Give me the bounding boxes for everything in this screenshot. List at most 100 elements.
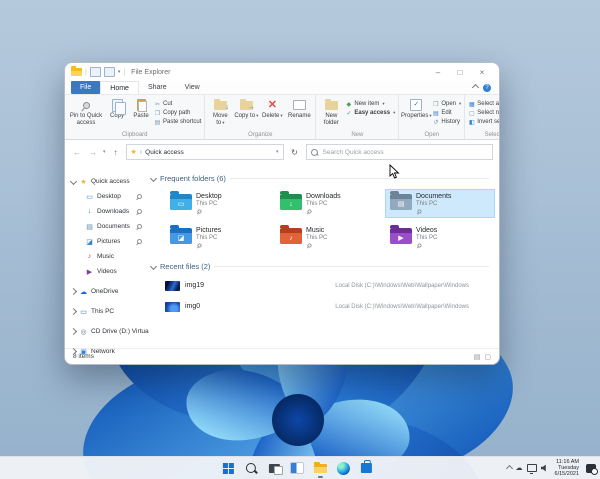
- paste-button[interactable]: Paste: [130, 98, 152, 120]
- file-explorer-taskbar-button[interactable]: [312, 460, 328, 478]
- cd-drive-icon: ◎: [80, 328, 87, 336]
- task-view-button[interactable]: [266, 460, 283, 476]
- select-all-button[interactable]: ▦Select all: [468, 100, 499, 108]
- delete-button[interactable]: ✕ Delete: [260, 98, 284, 120]
- sidebar-item-desktop[interactable]: ▭ Desktop: [65, 189, 149, 204]
- onedrive-cloud-icon: ☁: [80, 288, 87, 296]
- folder-tile-videos[interactable]: ▶ Videos This PC: [385, 223, 495, 252]
- open-button[interactable]: ❐ Open: [432, 100, 461, 108]
- organize-group-label: Organize: [248, 132, 273, 138]
- sidebar-item-documents[interactable]: ▤ Documents: [65, 219, 149, 234]
- taskbar-clock[interactable]: 11:16 AM Tuesday 6/15/2021: [555, 459, 579, 478]
- large-icons-view-button[interactable]: ▢: [484, 353, 491, 361]
- easy-access-button[interactable]: ✓ Easy access: [345, 109, 395, 117]
- address-dropdown-caret-icon[interactable]: ▾: [276, 149, 279, 155]
- copy-icon: [111, 98, 126, 115]
- up-button[interactable]: ↑: [110, 148, 122, 157]
- breadcrumb[interactable]: Quick access: [145, 149, 273, 156]
- tab-file[interactable]: File: [71, 81, 101, 94]
- start-button[interactable]: [220, 460, 236, 476]
- edge-icon: [336, 461, 350, 475]
- pin-icon: [196, 208, 203, 215]
- search-input[interactable]: [320, 147, 488, 157]
- sidebar-item-pictures[interactable]: ◪ Pictures: [65, 234, 149, 249]
- network-tray-icon[interactable]: [526, 464, 537, 474]
- forward-button[interactable]: →: [87, 148, 99, 157]
- minimize-button[interactable]: –: [427, 65, 449, 79]
- copy-button[interactable]: Copy: [106, 98, 128, 120]
- chevron-right-icon[interactable]: [69, 287, 78, 296]
- onedrive-tray-icon[interactable]: ☁: [516, 464, 523, 472]
- address-bar[interactable]: ★ › Quick access ▾: [125, 144, 284, 160]
- move-to-button[interactable]: ↓ Move to: [208, 98, 232, 126]
- recent-locations-caret-icon[interactable]: ▾: [103, 149, 106, 155]
- copy-path-button[interactable]: ❐ Copy path: [154, 109, 201, 117]
- chevron-right-icon[interactable]: [69, 307, 78, 316]
- ribbon-group-select: ▦Select all ▢Select none ◧Invert selecti…: [465, 95, 499, 139]
- chevron-down-icon[interactable]: [69, 177, 78, 186]
- folder-tile-documents[interactable]: ▤ Documents This PC: [385, 189, 495, 218]
- pin-icon: [135, 237, 144, 246]
- sidebar-item-music[interactable]: ♪ Music: [65, 249, 149, 264]
- back-button[interactable]: ←: [71, 148, 83, 157]
- ribbon-tab-strip: File Home Share View ?: [65, 81, 499, 95]
- recent-file-row[interactable]: img0 Local Disk (C:)\Windows\Web\Wallpap…: [165, 296, 499, 317]
- sidebar-item-onedrive[interactable]: ☁ OneDrive: [65, 284, 149, 299]
- tab-view[interactable]: View: [176, 81, 209, 94]
- paste-shortcut-button[interactable]: ▤ Paste shortcut: [154, 118, 202, 126]
- rename-button[interactable]: Rename: [286, 98, 312, 120]
- chevron-right-icon[interactable]: [69, 327, 78, 336]
- sidebar-item-videos[interactable]: ▶ Videos: [65, 264, 149, 279]
- help-icon[interactable]: ?: [483, 83, 491, 92]
- search-icon: [310, 148, 318, 156]
- widgets-button[interactable]: [289, 460, 305, 476]
- tab-home[interactable]: Home: [100, 81, 139, 94]
- sidebar-item-quick-access[interactable]: ★ Quick access: [65, 174, 149, 189]
- recent-file-row[interactable]: img19 Local Disk (C:)\Windows\Web\Wallpa…: [165, 275, 499, 296]
- notification-center-button[interactable]: [586, 463, 598, 475]
- close-button[interactable]: ×: [471, 65, 493, 79]
- minimize-ribbon-icon[interactable]: [471, 83, 480, 92]
- copy-to-button[interactable]: → Copy to: [234, 98, 258, 120]
- tray-overflow-button[interactable]: [505, 464, 513, 472]
- qat-properties-icon[interactable]: [89, 67, 101, 77]
- store-button[interactable]: [358, 460, 374, 476]
- history-button[interactable]: ↺ History: [432, 118, 461, 126]
- details-view-button[interactable]: ▤: [474, 353, 481, 361]
- collapse-section-icon[interactable]: [149, 262, 158, 271]
- sidebar-item-downloads[interactable]: ↓ Downloads: [65, 204, 149, 219]
- select-none-button[interactable]: ▢Select none: [468, 109, 499, 117]
- new-folder-button[interactable]: New folder: [319, 98, 343, 126]
- sidebar-item-cd-drive[interactable]: ◎ CD Drive (D:) Virtual: [65, 324, 149, 339]
- qat-customize-caret-icon[interactable]: ▾: [118, 69, 121, 75]
- move-to-icon: ↓: [213, 98, 229, 111]
- maximize-button[interactable]: □: [449, 65, 471, 79]
- search-box[interactable]: [305, 144, 493, 160]
- properties-button[interactable]: ✓ Properties: [401, 98, 430, 120]
- tab-share[interactable]: Share: [139, 81, 176, 94]
- taskbar-search-button[interactable]: [243, 460, 259, 476]
- folder-tile-pictures[interactable]: ◪ Pictures This PC: [165, 223, 275, 252]
- pin-icon: [306, 242, 313, 249]
- folder-tile-music[interactable]: ♪ Music This PC: [275, 223, 385, 252]
- volume-tray-icon[interactable]: [540, 464, 548, 472]
- collapse-section-icon[interactable]: [149, 174, 158, 183]
- this-pc-icon: ▭: [80, 308, 87, 316]
- sidebar-item-this-pc[interactable]: ▭ This PC: [65, 304, 149, 319]
- folder-tile-desktop[interactable]: ▭ Desktop This PC: [165, 189, 275, 218]
- documents-icon: ▤: [86, 223, 93, 231]
- downloads-folder-icon: ↓: [280, 191, 302, 210]
- edit-button[interactable]: ▤ Edit: [432, 109, 461, 117]
- qat-new-folder-icon[interactable]: [103, 67, 115, 77]
- edge-button[interactable]: [335, 460, 351, 476]
- cut-button[interactable]: ✂ Cut: [154, 100, 201, 108]
- file-explorer-window: | ▾ | File Explorer – □ × File Home Shar…: [64, 62, 500, 365]
- new-folder-icon: [324, 98, 338, 110]
- new-item-button[interactable]: ◆ New item: [345, 100, 395, 108]
- refresh-button[interactable]: ↻: [288, 144, 302, 160]
- pin-icon: [196, 242, 203, 249]
- folder-tile-downloads[interactable]: ↓ Downloads This PC: [275, 189, 385, 218]
- content-pane: Frequent folders (6) ▭ Desktop This PC ↓ …: [149, 164, 499, 348]
- invert-selection-button[interactable]: ◧Invert selection: [468, 118, 499, 126]
- pin-to-quick-access-button[interactable]: Pin to Quick access: [68, 98, 104, 126]
